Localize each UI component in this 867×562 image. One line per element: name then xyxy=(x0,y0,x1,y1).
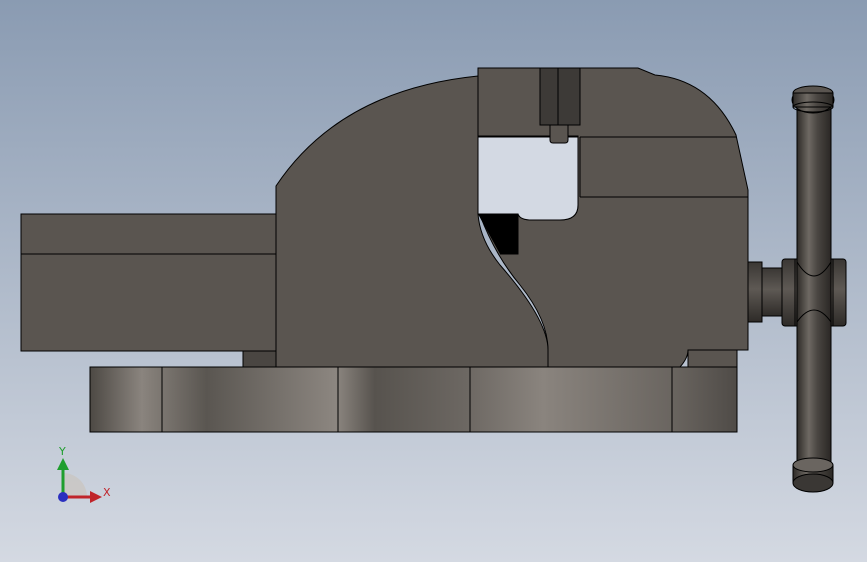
vise-base xyxy=(89,366,738,433)
vise-jaw-opening xyxy=(477,136,579,221)
vise-screw-housing xyxy=(747,261,763,323)
vise-handle-rod xyxy=(796,104,832,481)
vise-slide-bar xyxy=(20,213,277,352)
x-axis-label: X xyxy=(103,486,111,499)
vise-slide-lug xyxy=(242,349,278,368)
vise-handle-bottom-knob xyxy=(792,473,834,493)
vise-jaw-groove xyxy=(539,67,581,126)
cad-viewport[interactable]: Y X xyxy=(0,0,867,562)
y-axis-label: Y xyxy=(58,445,66,458)
z-axis-dot xyxy=(58,492,68,502)
vise-screw xyxy=(761,267,783,317)
